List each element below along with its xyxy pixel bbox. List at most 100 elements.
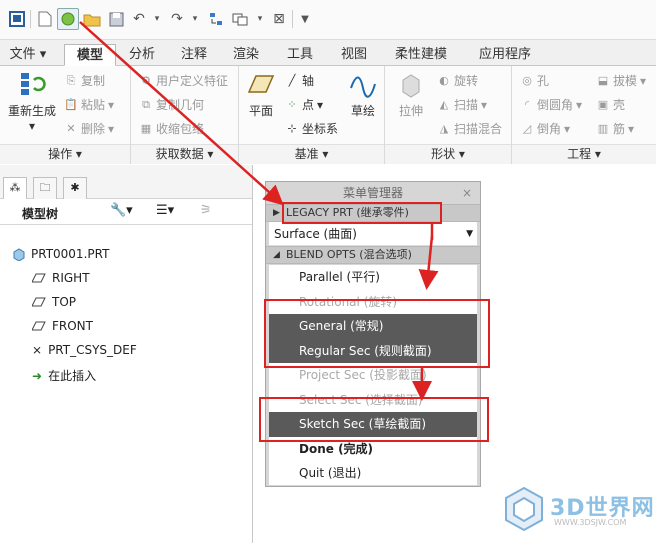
sweep-button[interactable]: ◭ 扫描 ▾: [437, 96, 487, 113]
toolbar-separator: [30, 10, 31, 28]
chevron-down-icon[interactable]: ▾: [146, 8, 168, 30]
shrinkwrap-button[interactable]: ▦ 收缩包络: [139, 120, 204, 137]
csys-button[interactable]: ⊹ 坐标系: [285, 120, 338, 137]
extrude-button[interactable]: 拉伸: [393, 70, 429, 119]
paste-icon: 📋: [64, 97, 78, 111]
group-get-data: ⚙ 用户定义特征 ⧉ 复制几何 ▦ 收缩包络 获取数据 ▾: [131, 66, 239, 164]
udf-icon: ⚙: [141, 73, 151, 87]
delete-button[interactable]: ✕ 删除 ▾: [64, 120, 114, 137]
tree-item-top[interactable]: TOP: [32, 295, 76, 309]
tab-view[interactable]: 视图: [332, 44, 376, 66]
tab-tools[interactable]: 工具: [278, 44, 322, 66]
swept-blend-button[interactable]: ◮ 扫描混合: [437, 120, 502, 137]
round-button[interactable]: ◜ 倒圆角 ▾: [520, 96, 582, 113]
chamfer-button[interactable]: ◿ 倒角 ▾: [520, 120, 570, 137]
new-file-icon[interactable]: [34, 8, 56, 30]
hole-button[interactable]: ◎ 孔: [520, 72, 549, 89]
legacy-prt-header[interactable]: ▶ LEGACY PRT (继承零件): [266, 204, 480, 222]
dropdown-value: Surface (曲面): [274, 227, 357, 241]
window-icon[interactable]: [6, 8, 28, 30]
save-icon[interactable]: [105, 8, 127, 30]
sweep-label: 扫描: [454, 98, 479, 112]
draft-icon: ⬓: [597, 73, 609, 87]
tab-render[interactable]: 渲染: [224, 44, 268, 66]
surface-dropdown[interactable]: Surface (曲面) ▼: [269, 222, 477, 246]
shell-icon: ▣: [597, 97, 609, 111]
copy-geometry-button[interactable]: ⧉ 复制几何: [139, 96, 204, 113]
draft-button[interactable]: ⬓ 拔模 ▾: [596, 72, 646, 89]
rib-button[interactable]: ▥ 筋 ▾: [596, 120, 634, 137]
copy-geometry-icon: ⧉: [142, 97, 150, 111]
folder-browser-tab-icon[interactable]: 🗀: [33, 177, 57, 199]
group-footer-get-data[interactable]: 获取数据 ▾: [131, 144, 238, 164]
paste-button[interactable]: 📋 粘贴 ▾: [64, 96, 114, 113]
axis-label: 轴: [302, 74, 315, 88]
group-footer-operations[interactable]: 操作 ▾: [0, 144, 130, 164]
model-tree-header: 模型树 🔧▾ ☰▾ ⚞: [0, 199, 252, 225]
blend-opts-header[interactable]: ◢ BLEND OPTS (混合选项): [266, 246, 480, 264]
menu-item-sketch-sec[interactable]: Sketch Sec (草绘截面): [269, 412, 477, 437]
tree-item-right[interactable]: RIGHT: [32, 271, 90, 285]
tab-applications[interactable]: 应用程序: [470, 44, 540, 66]
group-footer-datum[interactable]: 基准 ▾: [239, 144, 384, 164]
hole-label: 孔: [537, 74, 550, 88]
expand-triangle-icon: ◢: [273, 250, 280, 260]
favorites-tab-icon[interactable]: ✱: [63, 177, 87, 199]
show-icon[interactable]: ☰▾: [156, 203, 174, 218]
copy-button[interactable]: ⎘ 复制: [64, 72, 105, 89]
close-icon[interactable]: ×: [462, 182, 472, 204]
udf-button[interactable]: ⚙ 用户定义特征: [139, 72, 228, 89]
tree-item-csys[interactable]: ⨯ PRT_CSYS_DEF: [32, 343, 137, 357]
regenerate-icon: [21, 73, 46, 95]
tree-item-front[interactable]: FRONT: [32, 319, 93, 333]
menu-item-done[interactable]: Done (完成): [269, 437, 477, 462]
group-footer-engineering[interactable]: 工程 ▾: [512, 144, 656, 164]
customize-icon[interactable]: ▼: [294, 8, 316, 30]
menu-item-general[interactable]: General (常规): [269, 314, 477, 339]
tree-item-part[interactable]: PRT0001.PRT: [12, 247, 109, 261]
tab-flexible-modeling[interactable]: 柔性建模: [388, 44, 454, 66]
part-icon: [13, 247, 25, 261]
datum-point-icon: ⁘: [287, 97, 297, 111]
chevron-down-icon[interactable]: ▾: [184, 8, 206, 30]
settings-icon[interactable]: 🔧▾: [110, 203, 133, 218]
menu-item-quit[interactable]: Quit (退出): [269, 461, 477, 486]
filter-icon[interactable]: ⚞: [200, 203, 212, 218]
watermark-url: WWW.3DSJW.COM: [554, 518, 627, 527]
close-window-icon[interactable]: ⊠: [268, 8, 290, 30]
udf-label: 用户定义特征: [156, 74, 229, 88]
round-label: 倒圆角: [537, 98, 574, 112]
menu-manager-title: 菜单管理器 ×: [266, 182, 480, 204]
axis-button[interactable]: ╱ 轴: [285, 72, 314, 89]
insert-here-arrow-icon: ➜: [32, 368, 43, 383]
model-tree-tab-icon[interactable]: ⁂: [3, 177, 27, 199]
group-footer-shapes[interactable]: 形状 ▾: [385, 144, 511, 164]
tree-item-insert-here[interactable]: ➜ 在此插入: [32, 367, 96, 384]
sketch-icon: [350, 76, 376, 98]
switch-window-icon[interactable]: [229, 8, 251, 30]
tab-model[interactable]: 模型: [64, 44, 116, 66]
ribbon: 重新生成 ▾ ⎘ 复制 📋 粘贴 ▾ ✕ 删除 ▾ 操作 ▾ ⚙ 用户定义特征 ⧉ 复制几…: [0, 66, 656, 164]
sweep-icon: ◭: [439, 97, 449, 111]
regenerate-icon[interactable]: [205, 8, 227, 30]
open-folder-icon[interactable]: [81, 8, 103, 30]
menu-item-parallel[interactable]: Parallel (平行): [269, 265, 477, 290]
tab-analysis[interactable]: 分析: [120, 44, 164, 66]
legacy-label: LEGACY PRT (继承零件): [286, 206, 409, 219]
sketch-button[interactable]: 草绘: [345, 70, 381, 119]
regenerate-button[interactable]: 重新生成 ▾: [6, 70, 58, 133]
revolve-label: 旋转: [454, 74, 479, 88]
revolve-button[interactable]: ◐ 旋转: [437, 72, 478, 89]
ribbon-tabs: 文件 ▾ 模型 分析 注释 渲染 工具 视图 柔性建模 应用程序: [0, 40, 656, 66]
tab-annotate[interactable]: 注释: [172, 44, 216, 66]
shell-button[interactable]: ▣ 壳: [596, 96, 625, 113]
menu-item-regular-sec[interactable]: Regular Sec (规则截面): [269, 338, 477, 363]
tab-file[interactable]: 文件 ▾: [4, 44, 52, 66]
point-button[interactable]: ⁘ 点 ▾: [285, 96, 323, 113]
delete-icon: ✕: [66, 121, 76, 135]
shrinkwrap-label: 收缩包络: [156, 122, 205, 136]
plane-button[interactable]: 平面: [243, 70, 279, 119]
copy-label: 复制: [81, 74, 106, 88]
open-session-icon[interactable]: [57, 8, 79, 30]
revolve-icon: ◐: [439, 73, 449, 87]
